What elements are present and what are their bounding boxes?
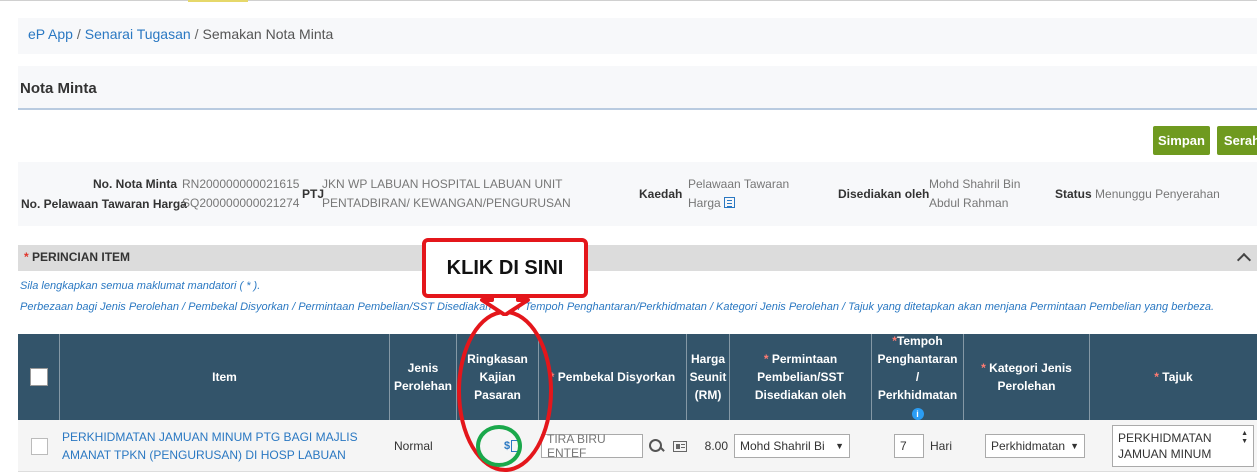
- no-nota-minta-value: RN200000000021615: [182, 177, 300, 191]
- jenis-value: Normal: [394, 439, 433, 453]
- no-nota-minta-label: No. Nota Minta: [93, 177, 177, 191]
- tajuk-textarea[interactable]: PERKHIDMATAN JAMUAN MINUM ▲ ▼: [1112, 425, 1254, 467]
- no-pelawaan-label: No. Pelawaan Tawaran Harga: [21, 197, 187, 211]
- perincian-item-header[interactable]: * PERINCIAN ITEM: [18, 245, 1257, 271]
- dropdown-caret-icon: ▼: [1070, 441, 1079, 451]
- header-harga-seunit: Harga Seunit (RM): [687, 334, 730, 420]
- header-tajuk: * Tajuk: [1154, 370, 1193, 384]
- top-accent: [188, 0, 248, 2]
- kategori-cell: Perkhidmatan ▼: [985, 420, 1085, 472]
- breadcrumb-separator: /: [194, 26, 199, 42]
- header-jenis-perolehan: Jenis Perolehan: [390, 334, 457, 420]
- header-item: Item: [60, 334, 390, 420]
- item-cell: PERKHIDMATAN JAMUAN MINUM PTG BAGI MAJLI…: [62, 420, 388, 472]
- pembekal-cell: TIRA BIRU ENTEF: [541, 420, 687, 472]
- submit-button[interactable]: Serah: [1217, 126, 1257, 155]
- breadcrumb: eP App / Senarai Tugasan / Semakan Nota Mint…: [18, 18, 1257, 54]
- breadcrumb-senarai-tugasan[interactable]: Senarai Tugasan: [85, 26, 191, 42]
- perincian-item-title: PERINCIAN ITEM: [32, 250, 131, 264]
- row-checkbox-cell: [31, 420, 61, 472]
- disediakan-value: Mohd Shahril Bin Abdul Rahman: [929, 177, 1021, 210]
- save-button[interactable]: Simpan: [1153, 126, 1210, 155]
- section-header: Nota Minta: [18, 66, 1257, 110]
- header-kategori-jenis-perolehan: * Kategori Jenis Perolehan: [964, 334, 1090, 420]
- breadcrumb-separator: /: [76, 26, 81, 42]
- kaedah-value: Pelawaan Tawaran Harga: [688, 177, 790, 210]
- prepared-by-select[interactable]: Mohd Shahril Bi ▼: [734, 434, 850, 458]
- row-checkbox[interactable]: [31, 437, 48, 455]
- tempoh-cell: 7 Hari: [894, 420, 964, 472]
- difference-note: Perbezaan bagi Jenis Perolehan / Pembeka…: [20, 301, 1215, 313]
- permintaan-cell: Mohd Shahril Bi ▼: [734, 420, 866, 472]
- kaedah-label: Kaedah: [639, 187, 683, 201]
- tajuk-cell: PERKHIDMATAN JAMUAN MINUM ▲ ▼: [1112, 420, 1256, 472]
- highlight-ring-small: [476, 425, 522, 467]
- search-icon[interactable]: [649, 439, 663, 453]
- tempoh-input[interactable]: 7: [894, 434, 924, 458]
- required-mark: *: [24, 250, 29, 264]
- no-pelawaan: No. Pelawaan Tawaran Harga: [21, 196, 187, 212]
- header-permintaan-pembelian: * Permintaan Pembelian/SST Disediakan oleh: [730, 334, 872, 420]
- header-tempoh: *Tempoh Penghantaran / Perkhidmatan i: [872, 334, 964, 420]
- status-label: Status: [1055, 187, 1092, 201]
- document-icon[interactable]: [723, 197, 735, 208]
- scroll-arrows-icon[interactable]: ▲ ▼: [1241, 430, 1248, 446]
- harga-value: 8.00: [704, 439, 728, 453]
- ptj-label: PTJ: [302, 187, 325, 201]
- id-card-icon[interactable]: [673, 440, 687, 452]
- info-icon[interactable]: i: [911, 408, 924, 420]
- no-nota-minta: No. Nota Minta: [93, 176, 177, 192]
- breadcrumb-ep-app[interactable]: eP App: [28, 26, 73, 42]
- header-checkbox-cell: [18, 334, 60, 420]
- select-all-checkbox[interactable]: [29, 368, 48, 386]
- supplier-input[interactable]: TIRA BIRU ENTEF: [541, 432, 644, 460]
- header-pembekal-disyorkan: * Pembekal Disyorkan: [539, 334, 687, 420]
- chevron-up-icon[interactable]: [1236, 252, 1252, 268]
- status-value: Menunggu Penyerahan: [1095, 187, 1220, 201]
- mandatory-note: Sila lengkapkan semua maklumat mandatori…: [20, 280, 261, 292]
- harga-cell: 8.00: [690, 420, 728, 472]
- table-header: Item Jenis Perolehan Ringkasan Kajian Pasar…: [18, 334, 1257, 420]
- page-title: Nota Minta: [20, 80, 97, 97]
- ptj-value: JKN WP LABUAN HOSPITAL LABUAN UNIT PENTA…: [322, 177, 571, 210]
- kategori-select[interactable]: Perkhidmatan ▼: [985, 434, 1085, 458]
- status: Status Menunggu Penyerahan: [1055, 186, 1220, 202]
- click-here-callout: KLIK DI SINI: [422, 238, 588, 298]
- table-row: PERKHIDMATAN JAMUAN MINUM PTG BAGI MAJLI…: [18, 420, 1257, 472]
- breadcrumb-current: Semakan Nota Minta: [202, 26, 334, 42]
- dropdown-caret-icon: ▼: [835, 441, 844, 451]
- disediakan-label: Disediakan oleh: [838, 187, 930, 201]
- no-pelawaan-value: SQ200000000021274: [182, 196, 300, 210]
- item-link[interactable]: PERKHIDMATAN JAMUAN MINUM PTG BAGI MAJLI…: [62, 428, 358, 464]
- tempoh-unit: Hari: [930, 439, 953, 453]
- jenis-cell: Normal: [394, 420, 454, 472]
